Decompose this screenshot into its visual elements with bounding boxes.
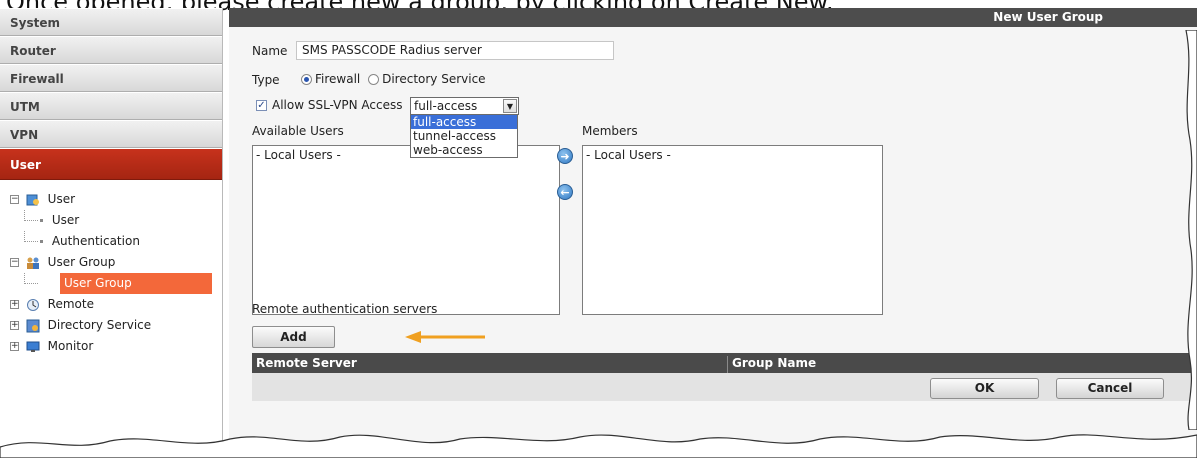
tree-node-directory-service[interactable]: + Directory Service (10, 315, 222, 336)
dropdown-option-web-access[interactable]: web-access (411, 143, 517, 157)
dropdown-option-tunnel-access[interactable]: tunnel-access (411, 129, 517, 143)
collapse-icon[interactable]: − (10, 258, 19, 267)
add-member-arrow-icon[interactable]: ➜ (557, 148, 573, 164)
ssl-vpn-dropdown: full-access tunnel-access web-access (410, 114, 518, 158)
tree-node-label: User (47, 192, 76, 206)
type-radio-firewall[interactable]: Firewall (301, 72, 360, 86)
bullet-icon (40, 240, 43, 243)
navigation-tree: − User User Authentication − User Group … (0, 180, 222, 357)
expand-icon[interactable]: + (10, 342, 19, 351)
dropdown-option-full-access[interactable]: full-access (411, 115, 517, 129)
column-group-name[interactable]: Group Name (732, 356, 816, 370)
tree-node-label: Directory Service (47, 318, 152, 332)
tree-node-label: User Group (47, 255, 116, 269)
members-list[interactable]: - Local Users - (582, 145, 883, 315)
tree-node-label: Monitor (47, 339, 94, 353)
radio-icon[interactable] (368, 74, 380, 85)
ssl-vpn-select[interactable]: full-access ▼ (410, 97, 519, 115)
ssl-vpn-checkbox[interactable]: ✓ (256, 100, 267, 111)
bullet-icon (40, 219, 43, 222)
list-item[interactable]: - Local Users - (586, 148, 879, 162)
type-radio-directory-service[interactable]: Directory Service (368, 72, 486, 86)
monitor-icon (26, 341, 40, 352)
sidebar-section-firewall[interactable]: Firewall (0, 64, 222, 92)
available-users-list[interactable]: - Local Users - (252, 145, 560, 315)
torn-edge-right (1185, 30, 1197, 430)
ssl-vpn-label: Allow SSL-VPN Access (272, 98, 403, 112)
panel-title: New User Group (229, 8, 1197, 27)
directory-service-icon (26, 319, 40, 332)
ssl-vpn-row: ✓ Allow SSL-VPN Access (256, 98, 403, 112)
sidebar-section-utm[interactable]: UTM (0, 92, 222, 120)
ssl-vpn-select-value: full-access (414, 99, 478, 113)
type-label: Type (252, 73, 280, 87)
radio-selected-icon[interactable] (301, 74, 312, 85)
remote-auth-label: Remote authentication servers (252, 302, 438, 316)
cancel-button[interactable]: Cancel (1056, 378, 1164, 399)
expand-icon[interactable]: + (10, 321, 19, 330)
tree-leaf-authentication[interactable]: Authentication (10, 231, 222, 252)
sidebar-section-router[interactable]: Router (0, 36, 222, 64)
user-folder-icon (26, 194, 39, 205)
sidebar-section-vpn[interactable]: VPN (0, 120, 222, 148)
remote-icon (26, 298, 39, 311)
ok-button[interactable]: OK (930, 378, 1039, 399)
dropdown-arrow-icon[interactable]: ▼ (503, 99, 517, 113)
sidebar: System Router Firewall UTM VPN User − Us… (0, 8, 223, 458)
tree-node-monitor[interactable]: + Monitor (10, 336, 222, 357)
tree-leaf-user[interactable]: User (10, 210, 222, 231)
remote-servers-table-header: Remote Server Group Name (252, 353, 1197, 376)
tree-leaf-user-group-selected[interactable]: User Group (10, 273, 222, 294)
add-button[interactable]: Add (252, 326, 335, 348)
tree-leaf-label: User (51, 213, 80, 227)
members-label: Members (582, 124, 638, 138)
available-users-label: Available Users (252, 124, 344, 138)
annotation-arrow-icon (405, 331, 485, 343)
user-group-icon (26, 257, 39, 269)
type-radio-group: Firewall Directory Service (301, 72, 486, 86)
tree-node-user[interactable]: − User (10, 189, 222, 210)
tree-leaf-label: Authentication (51, 234, 140, 248)
sidebar-section-user[interactable]: User (0, 148, 222, 180)
radio-label-firewall: Firewall (315, 72, 361, 86)
collapse-icon[interactable]: − (10, 195, 19, 204)
remove-member-arrow-icon[interactable]: ← (557, 184, 573, 200)
torn-edge-bottom (0, 434, 1197, 458)
tree-node-user-group[interactable]: − User Group (10, 252, 222, 273)
radio-label-directory-service: Directory Service (382, 72, 486, 86)
name-label: Name (252, 44, 288, 58)
new-user-group-panel: New User Group Name SMS PASSCODE Radius … (229, 8, 1197, 458)
expand-icon[interactable]: + (10, 300, 19, 309)
tree-node-remote[interactable]: + Remote (10, 294, 222, 315)
tree-leaf-label: User Group (64, 276, 132, 290)
tree-node-label: Remote (47, 297, 94, 311)
sidebar-section-system[interactable]: System (0, 8, 222, 36)
name-input[interactable]: SMS PASSCODE Radius server (296, 41, 614, 60)
column-remote-server[interactable]: Remote Server (256, 356, 357, 370)
